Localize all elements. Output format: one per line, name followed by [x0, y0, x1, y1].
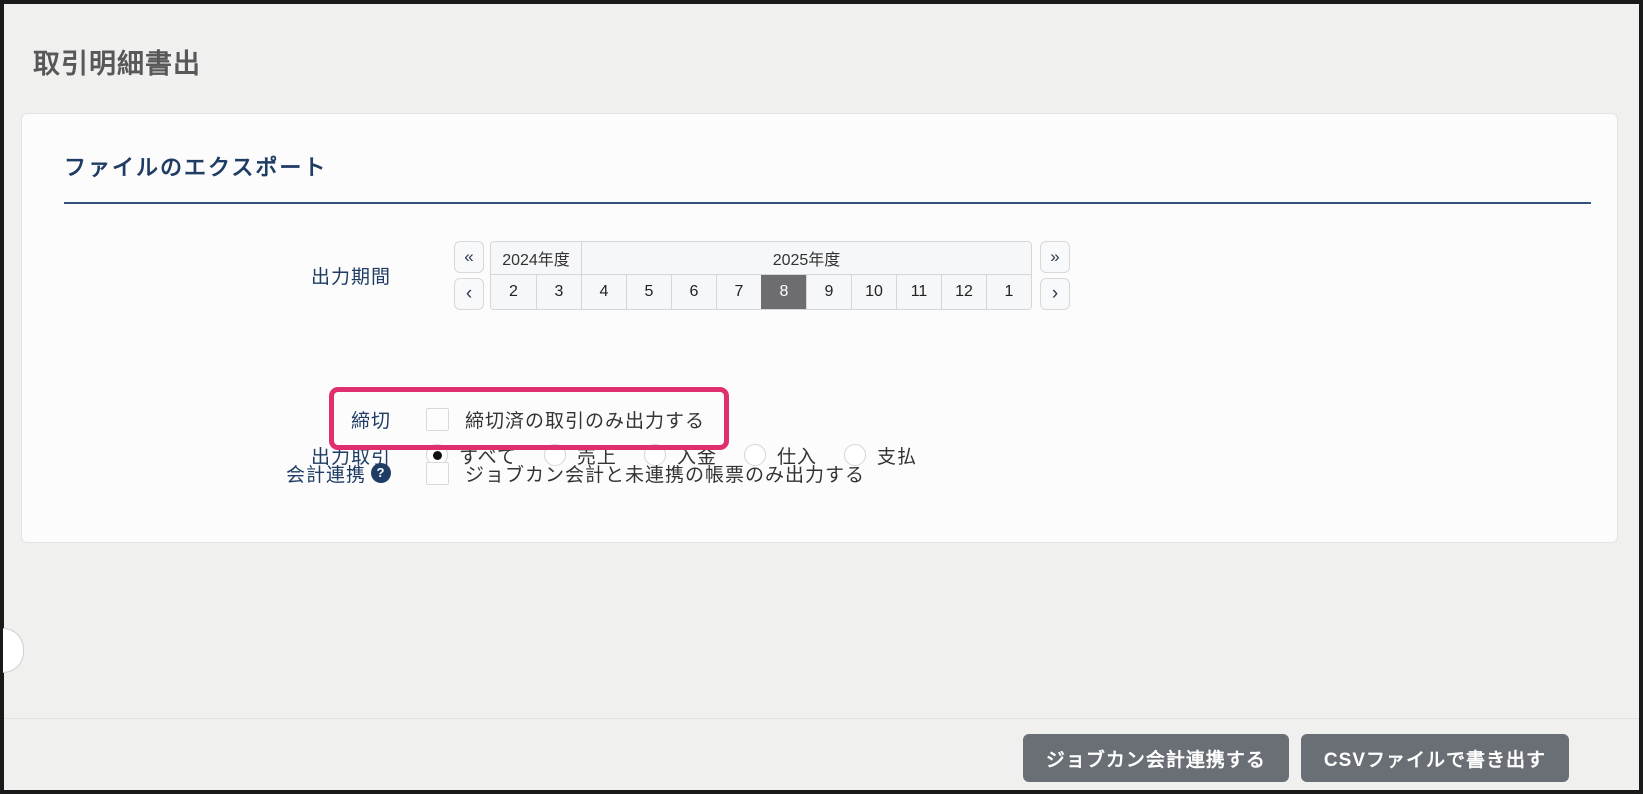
month-cell-6[interactable]: 6 [671, 275, 716, 309]
chevron-right-icon: › [1052, 283, 1058, 304]
month-cell-12[interactable]: 12 [941, 275, 986, 309]
month-row: 2 3 4 5 6 7 8 9 10 11 12 1 [491, 275, 1031, 309]
deadline-row: 締切 締切済の取引のみ出力する [22, 391, 1617, 447]
accounting-link-checkbox-label[interactable]: ジョブカン会計と未連携の帳票のみ出力する [465, 460, 865, 487]
export-card: ファイルのエクスポート 出力期間 « ‹ 2024年度 2025年度 2 3 4… [21, 113, 1618, 543]
output-period-label: 出力期間 [22, 262, 391, 289]
month-cell-8-selected[interactable]: 8 [761, 275, 806, 309]
month-cell-10[interactable]: 10 [851, 275, 896, 309]
jobcan-accounting-link-button[interactable]: ジョブカン会計連携する [1023, 734, 1289, 782]
footer-action-bar: ジョブカン会計連携する CSVファイルで書き出す [1023, 734, 1569, 782]
card-title: ファイルのエクスポート [64, 150, 1591, 204]
next-year-button[interactable]: » [1040, 241, 1070, 273]
page-title: 取引明細書出 [33, 42, 201, 81]
deadline-label: 締切 [22, 406, 391, 433]
period-grid: 2024年度 2025年度 2 3 4 5 6 7 8 9 10 11 12 1 [490, 241, 1032, 310]
month-cell-7[interactable]: 7 [716, 275, 761, 309]
year-cell-2024[interactable]: 2024年度 [491, 242, 581, 274]
footer-divider [4, 718, 1639, 719]
month-cell-2[interactable]: 2 [491, 275, 536, 309]
help-icon[interactable]: ? [371, 463, 391, 483]
next-month-button[interactable]: › [1040, 278, 1070, 310]
double-chevron-right-icon: » [1050, 247, 1059, 266]
month-cell-5[interactable]: 5 [626, 275, 671, 309]
double-chevron-left-icon: « [464, 247, 473, 266]
chevron-left-icon: ‹ [466, 283, 472, 304]
year-cell-2025[interactable]: 2025年度 [581, 242, 1031, 274]
year-header-row: 2024年度 2025年度 [491, 242, 1031, 275]
month-cell-4[interactable]: 4 [581, 275, 626, 309]
accounting-link-checkbox[interactable] [426, 462, 449, 485]
accounting-link-label: 会計連携 ? [22, 460, 391, 487]
prev-year-button[interactable]: « [454, 241, 484, 273]
prev-month-button[interactable]: ‹ [454, 278, 484, 310]
accounting-link-row: 会計連携 ? ジョブカン会計と未連携の帳票のみ出力する [22, 451, 1617, 495]
transaction-export-page: { "page": { "title": "取引明細書出" }, "card":… [0, 0, 1643, 794]
csv-export-button[interactable]: CSVファイルで書き出す [1301, 734, 1569, 782]
output-period-row: 出力期間 « ‹ 2024年度 2025年度 2 3 4 5 6 7 8 [22, 240, 1617, 310]
month-cell-1[interactable]: 1 [986, 275, 1031, 309]
sidebar-toggle-handle[interactable] [3, 628, 24, 673]
month-cell-9[interactable]: 9 [806, 275, 851, 309]
month-cell-3[interactable]: 3 [536, 275, 581, 309]
period-picker: « ‹ 2024年度 2025年度 2 3 4 5 6 7 8 9 10 [454, 241, 1070, 310]
deadline-checkbox-label[interactable]: 締切済の取引のみ出力する [465, 406, 705, 433]
month-cell-11[interactable]: 11 [896, 275, 941, 309]
deadline-checkbox[interactable] [426, 408, 449, 431]
